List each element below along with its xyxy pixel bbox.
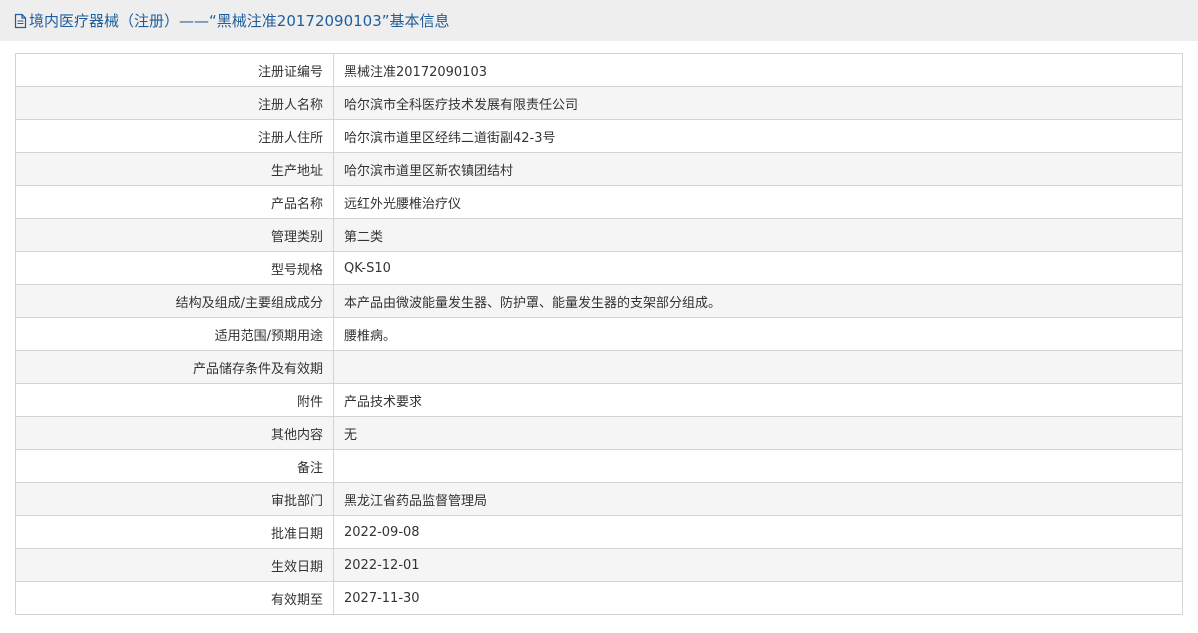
- field-value: [333, 350, 1183, 384]
- field-value: 哈尔滨市道里区新农镇团结村: [333, 152, 1183, 186]
- field-value: 第二类: [333, 218, 1183, 252]
- table-row: 适用范围/预期用途 腰椎病。: [15, 317, 1183, 351]
- table-row: 产品名称 远红外光腰椎治疗仪: [15, 185, 1183, 219]
- table-row: 其他内容无: [15, 416, 1183, 450]
- table-row: 生效日期 2022-12-01: [15, 548, 1183, 582]
- table-row: 管理类别 第二类: [15, 218, 1183, 252]
- field-value: 黑械注准20172090103: [333, 53, 1183, 87]
- field-label: 适用范围/预期用途: [15, 317, 334, 351]
- table-row: 审批部门 黑龙江省药品监督管理局: [15, 482, 1183, 516]
- field-label: 附件: [15, 383, 334, 417]
- field-value: 黑龙江省药品监督管理局: [333, 482, 1183, 516]
- table-row: 型号规格 QK-S10: [15, 251, 1183, 285]
- page-header: 境内医疗器械（注册）——“黑械注准20172090103”基本信息: [0, 0, 1198, 41]
- table-row: 附件 产品技术要求: [15, 383, 1183, 417]
- field-label: 产品名称: [15, 185, 334, 219]
- field-value: 2022-12-01: [333, 548, 1183, 582]
- field-value: 本产品由微波能量发生器、防护罩、能量发生器的支架部分组成。: [333, 284, 1183, 318]
- field-value: 哈尔滨市全科医疗技术发展有限责任公司: [333, 86, 1183, 120]
- table-row: 注册人名称 哈尔滨市全科医疗技术发展有限责任公司: [15, 86, 1183, 120]
- table-row: 产品储存条件及有效期: [15, 350, 1183, 384]
- field-label: 其他内容: [15, 416, 334, 450]
- field-value: 2022-09-08: [333, 515, 1183, 549]
- field-label: 型号规格: [15, 251, 334, 285]
- field-label: 备注: [15, 449, 334, 483]
- field-label: 有效期至: [15, 581, 334, 615]
- field-label: 生产地址: [15, 152, 334, 186]
- field-value: 远红外光腰椎治疗仪: [333, 185, 1183, 219]
- table-row: 生产地址 哈尔滨市道里区新农镇团结村: [15, 152, 1183, 186]
- field-label: 注册人名称: [15, 86, 334, 120]
- table-row: 结构及组成/主要组成成分 本产品由微波能量发生器、防护罩、能量发生器的支架部分组成…: [15, 284, 1183, 318]
- field-label: 批准日期: [15, 515, 334, 549]
- table-row: 备注: [15, 449, 1183, 483]
- table-row: 有效期至 2027-11-30: [15, 581, 1183, 615]
- field-value: 2027-11-30: [333, 581, 1183, 615]
- document-icon: [14, 13, 27, 29]
- page-title: 境内医疗器械（注册）——“黑械注准20172090103”基本信息: [29, 12, 450, 30]
- field-value: QK-S10: [333, 251, 1183, 285]
- field-label: 注册人住所: [15, 119, 334, 153]
- detail-table: 注册证编号 黑械注准20172090103 注册人名称 哈尔滨市全科医疗技术发展有限责…: [15, 53, 1183, 615]
- field-value: 哈尔滨市道里区经纬二道街副42-3号: [333, 119, 1183, 153]
- field-value: 产品技术要求: [333, 383, 1183, 417]
- field-label: 审批部门: [15, 482, 334, 516]
- field-label: 注册证编号: [15, 53, 334, 87]
- table-row: 注册证编号 黑械注准20172090103: [15, 53, 1183, 87]
- table-row: 批准日期 2022-09-08: [15, 515, 1183, 549]
- table-row: 注册人住所 哈尔滨市道里区经纬二道街副42-3号: [15, 119, 1183, 153]
- field-label: 管理类别: [15, 218, 334, 252]
- field-label: 产品储存条件及有效期: [15, 350, 334, 384]
- field-value: 无: [333, 416, 1183, 450]
- field-value: 腰椎病。: [333, 317, 1183, 351]
- field-label: 生效日期: [15, 548, 334, 582]
- field-label: 结构及组成/主要组成成分: [15, 284, 334, 318]
- field-value: [333, 449, 1183, 483]
